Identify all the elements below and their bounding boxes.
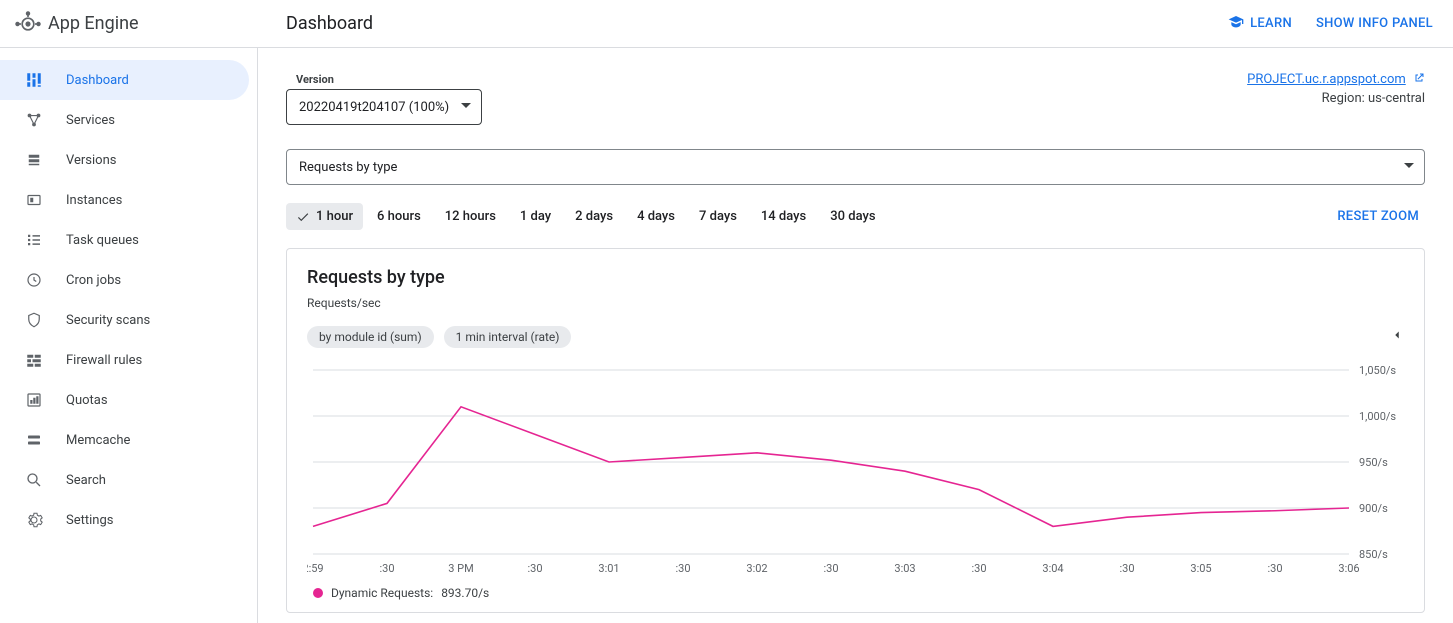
chart-chip-interval[interactable]: 1 min interval (rate) xyxy=(444,326,572,348)
svg-text:3:05: 3:05 xyxy=(1190,562,1211,575)
legend-series-name: Dynamic Requests: xyxy=(331,586,433,600)
search-icon xyxy=(24,471,44,489)
sidebar-item-label: Search xyxy=(66,473,106,488)
requests-chart: 850/s 900/s 950/s 1,000/s 1,050/s 2:59 :30 3 PM… xyxy=(307,360,1404,580)
show-info-panel-button[interactable]: SHOW INFO PANEL xyxy=(1308,16,1453,31)
sidebar-item-settings[interactable]: Settings xyxy=(0,500,257,540)
legend-series-value: 893.70/s xyxy=(441,586,489,600)
external-link-icon xyxy=(1413,72,1425,87)
svg-text::30: :30 xyxy=(379,562,394,575)
memcache-icon xyxy=(24,431,44,449)
time-range-option[interactable]: 7 days xyxy=(689,203,747,230)
sidebar-item-security-scans[interactable]: Security scans xyxy=(0,300,257,340)
sidebar-item-quotas[interactable]: Quotas xyxy=(0,380,257,420)
svg-text::30: :30 xyxy=(1267,562,1282,575)
time-range-option[interactable]: 30 days xyxy=(820,203,885,230)
brand-title: App Engine xyxy=(48,13,139,34)
instances-icon xyxy=(24,191,44,209)
chevron-down-icon xyxy=(461,100,471,115)
version-select-label: Version xyxy=(286,73,334,86)
sidebar-item-task-queues[interactable]: Task queues xyxy=(0,220,257,260)
svg-text::30: :30 xyxy=(823,562,838,575)
sidebar-item-label: Firewall rules xyxy=(66,353,142,368)
svg-text::30: :30 xyxy=(527,562,542,575)
sidebar-item-firewall-rules[interactable]: Firewall rules xyxy=(0,340,257,380)
task-queues-icon xyxy=(24,231,44,249)
dashboard-icon xyxy=(24,71,44,89)
time-range-option[interactable]: 6 hours xyxy=(367,203,431,230)
version-select[interactable]: 20220419t204107 (100%) xyxy=(286,89,482,125)
time-range-option[interactable]: 1 day xyxy=(510,203,561,230)
reset-zoom-button[interactable]: RESET ZOOM xyxy=(1337,209,1419,224)
svg-text:950/s: 950/s xyxy=(1359,456,1388,469)
sidebar-item-label: Quotas xyxy=(66,393,108,408)
time-range-option[interactable]: 12 hours xyxy=(435,203,506,230)
svg-text::30: :30 xyxy=(1119,562,1134,575)
sidebar-item-label: Dashboard xyxy=(66,73,129,88)
gear-icon xyxy=(24,511,44,529)
version-select-value: 20220419t204107 (100%) xyxy=(299,100,449,115)
sidebar-item-label: Cron jobs xyxy=(66,273,121,288)
sidebar-item-label: Security scans xyxy=(66,313,150,328)
versions-icon xyxy=(24,151,44,169)
graduation-cap-icon xyxy=(1228,14,1244,34)
legend-color-dot xyxy=(313,588,323,598)
svg-text:2:59: 2:59 xyxy=(307,562,324,575)
svg-text:1,050/s: 1,050/s xyxy=(1359,364,1396,377)
sidebar-item-memcache[interactable]: Memcache xyxy=(0,420,257,460)
sidebar-item-dashboard[interactable]: Dashboard xyxy=(0,60,249,100)
firewall-icon xyxy=(24,351,44,369)
project-region: Region: us-central xyxy=(1247,91,1425,106)
app-engine-icon xyxy=(8,10,48,38)
shield-icon xyxy=(24,311,44,329)
time-range-option[interactable]: 4 days xyxy=(627,203,685,230)
time-range-option[interactable]: 14 days xyxy=(751,203,816,230)
svg-text::30: :30 xyxy=(675,562,690,575)
svg-text:3:01: 3:01 xyxy=(598,562,619,575)
sidebar-item-versions[interactable]: Versions xyxy=(0,140,257,180)
svg-text::30: :30 xyxy=(971,562,986,575)
sidebar-item-search[interactable]: Search xyxy=(0,460,257,500)
chart-subtitle: Requests/sec xyxy=(307,296,1404,310)
quotas-icon xyxy=(24,391,44,409)
svg-text:3:03: 3:03 xyxy=(894,562,915,575)
learn-button[interactable]: LEARN xyxy=(1212,14,1308,34)
sidebar-item-label: Task queues xyxy=(66,233,139,248)
svg-text:850/s: 850/s xyxy=(1359,548,1388,561)
sidebar-item-label: Services xyxy=(66,113,115,128)
sidebar-item-cron-jobs[interactable]: Cron jobs xyxy=(0,260,257,300)
sidebar: Dashboard Services Versions Instances Ta… xyxy=(0,48,258,623)
sidebar-item-label: Memcache xyxy=(66,433,130,448)
time-range-option[interactable]: 1 hour xyxy=(286,203,363,230)
chevron-left-icon[interactable] xyxy=(1390,328,1404,346)
services-icon xyxy=(24,111,44,129)
svg-text:1,000/s: 1,000/s xyxy=(1359,410,1396,423)
svg-text:3:02: 3:02 xyxy=(746,562,767,575)
sidebar-item-label: Settings xyxy=(66,513,113,528)
sidebar-item-label: Instances xyxy=(66,193,122,208)
metric-select[interactable]: Requests by type xyxy=(286,149,1425,185)
learn-label: LEARN xyxy=(1250,16,1292,31)
clock-icon xyxy=(24,271,44,289)
page-title: Dashboard xyxy=(258,13,373,34)
chevron-down-icon xyxy=(1404,160,1414,175)
time-range-option[interactable]: 2 days xyxy=(565,203,623,230)
chart-chip-aggregation[interactable]: by module id (sum) xyxy=(307,326,434,348)
svg-text:900/s: 900/s xyxy=(1359,502,1388,515)
svg-text:3:04: 3:04 xyxy=(1042,562,1063,575)
project-url-link[interactable]: PROJECT.uc.r.appspot.com xyxy=(1247,72,1406,87)
metric-select-value: Requests by type xyxy=(299,160,397,175)
sidebar-item-label: Versions xyxy=(66,153,116,168)
sidebar-item-instances[interactable]: Instances xyxy=(0,180,257,220)
svg-text:3:06: 3:06 xyxy=(1338,562,1359,575)
time-range-group: 1 hour6 hours12 hours1 day2 days4 days7 … xyxy=(286,203,886,230)
sidebar-item-services[interactable]: Services xyxy=(0,100,257,140)
svg-text:3 PM: 3 PM xyxy=(448,562,473,575)
chart-title: Requests by type xyxy=(307,267,1404,288)
